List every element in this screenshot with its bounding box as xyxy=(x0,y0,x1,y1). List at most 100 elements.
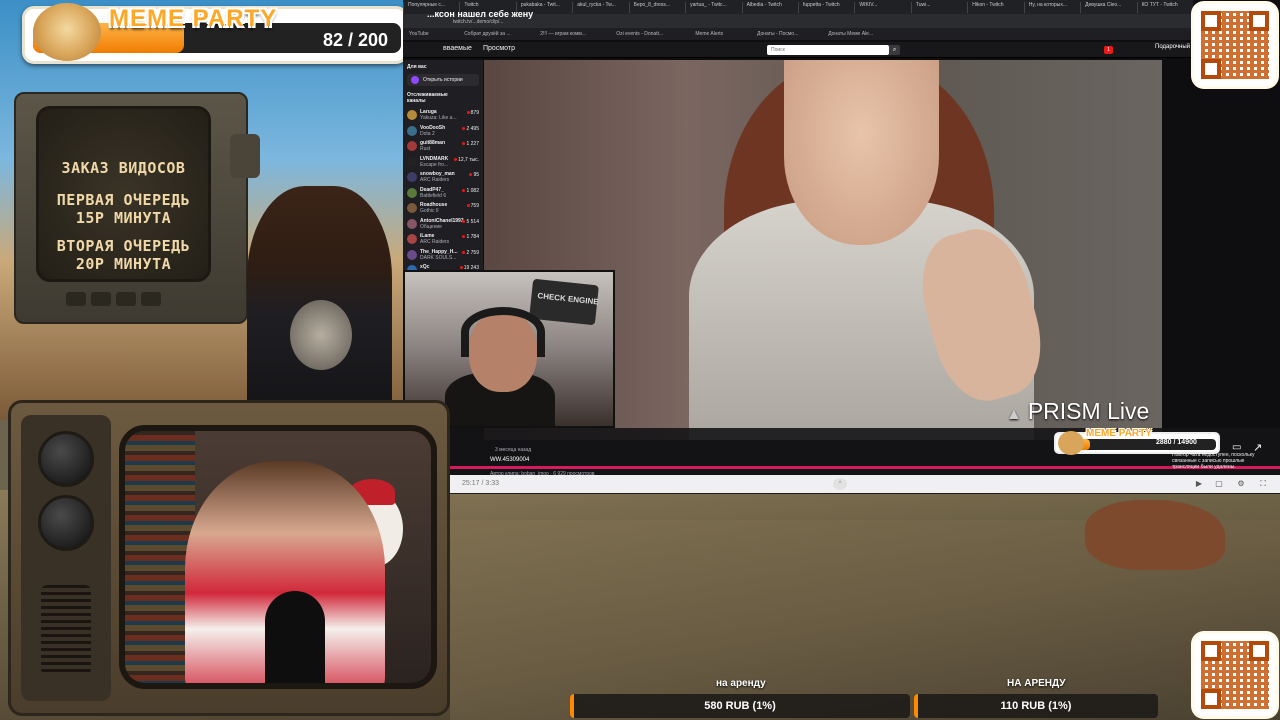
nav-browse[interactable]: Просмотр xyxy=(483,45,515,52)
browser-tab[interactable]: fuppetta - Twitch xyxy=(798,2,852,13)
channel-game: Gothic II xyxy=(420,208,439,214)
bookmark-item[interactable]: Meme Alerts xyxy=(695,31,723,37)
player-controls: 25:17 / 3:33 ^ ▶ ▢ ⚙ ⛶ xyxy=(450,475,1280,493)
browser-tab[interactable]: akul_rycka - Tw... xyxy=(572,2,626,13)
followed-sidebar: Для вас Открыть истории Отслеживаемые ка… xyxy=(403,60,483,275)
bookmark-item[interactable]: YouTube xyxy=(409,31,429,37)
prism-live-watermark: PRISM Live xyxy=(1006,398,1149,425)
bookmark-item[interactable]: 2!!! — играм комм... xyxy=(540,31,586,37)
sidebar-header: Для вас xyxy=(407,64,427,70)
qr-corner xyxy=(1201,59,1221,79)
pipboy-line-second-queue: ВТОРАЯ ОЧЕРЕДЬ xyxy=(56,237,191,255)
viewer-count: 1 227 xyxy=(462,141,479,147)
avatar xyxy=(407,110,417,120)
pipboy-line-first-queue: ПЕРВАЯ ОЧЕРЕДЬ xyxy=(56,191,191,209)
sidebar-channel[interactable]: The_Happy_H... DARK SOULS... 2 759 xyxy=(407,248,481,263)
browser-tab[interactable]: Tuwi... xyxy=(910,2,965,13)
clip-id: WW.45309004 xyxy=(490,457,530,463)
channel-game: DARK SOULS... xyxy=(420,254,457,261)
viewer-count: 1 784 xyxy=(462,234,479,240)
bookmark-item[interactable]: Донаты - Посмо... xyxy=(757,31,798,37)
sidebar-channel[interactable]: DeadP47_ Battlefield 61 082 xyxy=(407,186,481,201)
viewer-count: 5 514 xyxy=(462,219,479,225)
stories-button[interactable]: Открыть истории xyxy=(407,74,479,86)
viewer-count: 12,7 тыс. xyxy=(454,157,479,163)
viewer-count: 759 xyxy=(467,203,479,209)
search-input[interactable]: Поиск xyxy=(767,45,889,55)
tv-control-panel xyxy=(21,415,111,701)
avatar xyxy=(407,234,417,244)
tv-screen xyxy=(119,425,437,689)
qr-code-top xyxy=(1194,4,1276,86)
fullscreen-icon[interactable]: ⛶ xyxy=(1257,478,1269,490)
search-icon[interactable]: ⌕ xyxy=(889,45,900,55)
bookmark-item[interactable]: Донаты Меме Ale... xyxy=(828,31,873,37)
background-rock xyxy=(1085,500,1225,570)
avatar xyxy=(407,203,417,213)
avatar xyxy=(407,156,417,167)
sidebar-channel[interactable]: Roadhouse Gothic II 759 xyxy=(407,201,481,216)
clip-date: 3 месяца назад xyxy=(495,447,532,453)
pipboy-screen: ЗАКАЗ ВИДОСОВ ПЕРВАЯ ОЧЕРЕДЬ 15Р МИНУТА … xyxy=(36,106,211,282)
pipboy-button xyxy=(91,292,111,306)
qr-corner xyxy=(1201,641,1221,661)
qr-code-bottom xyxy=(1194,634,1276,716)
avatar xyxy=(407,218,417,229)
share-icon[interactable]: ↗ xyxy=(1253,441,1262,454)
avatar xyxy=(407,141,417,151)
sidebar-channel[interactable]: snowboy_man ARC Raiders 95 xyxy=(407,170,481,185)
rent-price-1: 580 RUB (1%) xyxy=(570,694,910,718)
play-icon[interactable]: ▶ xyxy=(1193,478,1205,490)
pipboy-button xyxy=(141,292,161,306)
browser-tab[interactable]: Девушка Cleo... xyxy=(1080,2,1134,13)
gift-sub-button[interactable]: Подарочный Ти xyxy=(1155,44,1198,50)
browser-tab[interactable]: yartua_ - Twitc... xyxy=(685,2,739,13)
sidebar-channel[interactable]: VooDooSh Dota 22 495 xyxy=(407,124,481,139)
viewer-count: 1 082 xyxy=(462,188,479,194)
rent-price-2: 110 RUB (1%) xyxy=(914,694,1158,718)
chevron-up-icon[interactable]: ^ xyxy=(833,478,847,490)
bookmark-item[interactable]: Собрат друзёй за ... xyxy=(464,31,510,37)
pipboy-line-first-price: 15Р МИНУТА xyxy=(75,209,172,227)
captions-icon[interactable]: ▢ xyxy=(1213,478,1225,490)
meme-party-title: MEME PARTY xyxy=(109,5,278,32)
browser-tab[interactable]: Hikon - Twitch xyxy=(967,2,1021,13)
check-engine-sign: CHECK ENGINE xyxy=(529,278,599,326)
chat-icon[interactable]: ▭ xyxy=(1232,442,1241,453)
progress-fill[interactable] xyxy=(450,466,1280,469)
browser-tab[interactable]: WIKIV... xyxy=(854,2,908,13)
notification-badge[interactable]: 1 xyxy=(1104,46,1113,54)
viewer-count: 95 xyxy=(469,172,479,178)
pipboy-line-second-price: 20Р МИНУТА xyxy=(75,255,172,273)
qr-corner xyxy=(1249,11,1269,31)
sidebar-channel[interactable]: guit88man Rust 1 227 xyxy=(407,139,481,154)
sidebar-channel[interactable]: iLame ARC Raiders 1 784 xyxy=(407,232,481,247)
stories-label: Открыть истории xyxy=(423,77,463,83)
chat-replay-note: Повтор чата недоступен, поскольку связан… xyxy=(1172,452,1255,470)
right-column xyxy=(1162,60,1277,440)
browser-tab[interactable]: Albedia - Twitch xyxy=(741,2,796,13)
avatar xyxy=(407,172,417,182)
browser-tab[interactable]: Ну, на которых... xyxy=(1023,2,1078,13)
meme-party-count: 82 / 200 xyxy=(323,30,389,50)
rent-label-1: на аренду xyxy=(716,678,766,689)
nav-following[interactable]: вваемые xyxy=(443,45,472,52)
pipboy-knob xyxy=(230,134,260,178)
mini-meme-party-bar: MEME PARTY 2880 / 14900 xyxy=(1054,428,1220,455)
stories-icon xyxy=(411,76,419,84)
sidebar-channel[interactable]: Laruga Yakuza: Like a... 879 xyxy=(407,108,481,123)
viewer-count: 879 xyxy=(467,110,479,116)
mini-meme-count: 2880 / 14900 xyxy=(1156,439,1197,446)
settings-icon[interactable]: ⚙ xyxy=(1235,478,1247,490)
channel-game: Dota 2 xyxy=(420,130,435,137)
url-text[interactable]: twitch.tv/...demo/clip/... xyxy=(453,19,504,25)
viewer-count: 2 495 xyxy=(462,126,479,132)
bookmark-item[interactable]: Ozi events - Donatt... xyxy=(616,31,663,37)
browser-tab[interactable]: Беро_8_dress... xyxy=(628,2,683,13)
browser-tab[interactable]: КО ТУТ - Twitch xyxy=(1136,2,1191,13)
sidebar-channel[interactable]: LVNDMARK Escape fro... 12,7 тыс. xyxy=(407,155,481,170)
retro-tv-facecam xyxy=(8,400,450,716)
tv-knob xyxy=(38,431,94,487)
sidebar-channel[interactable]: AntoniChanel1993 Общение 5 514 xyxy=(407,217,481,232)
channel-game: Yakuza: Like a... xyxy=(420,115,457,121)
